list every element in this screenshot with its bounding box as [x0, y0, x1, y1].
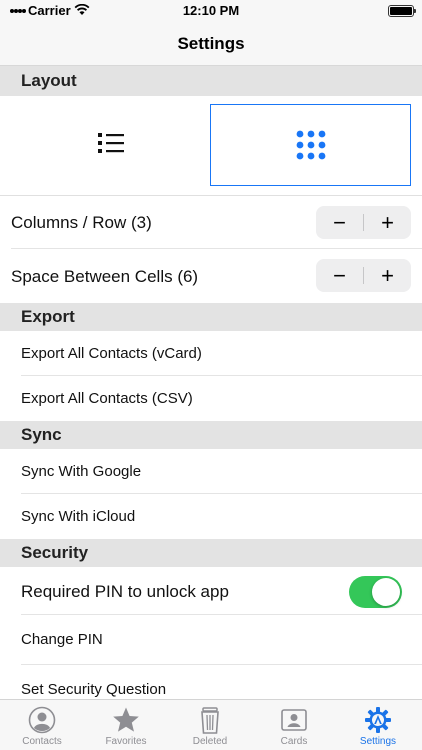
tab-favorites[interactable]: Favorites [84, 700, 168, 750]
columns-increment-button[interactable]: + [364, 206, 411, 239]
tab-cards[interactable]: Cards [252, 700, 336, 750]
columns-decrement-button[interactable]: − [316, 206, 363, 239]
grid-layout-button[interactable] [210, 104, 411, 186]
cell-spacing-stepper: − + [316, 259, 411, 292]
contact-person-icon [28, 706, 56, 734]
sync-icloud-label: Sync With iCloud [21, 508, 136, 525]
section-header-layout: Layout [0, 66, 422, 96]
tab-bar: Contacts Favorites Deleted Cards Setting… [0, 699, 422, 750]
security-question-item[interactable]: Set Security Question [0, 665, 422, 699]
spacing-decrement-button[interactable]: − [316, 259, 363, 292]
tab-label: Contacts [22, 736, 62, 747]
cell-spacing-setting: Space Between Cells (6) − + [0, 249, 422, 303]
sync-google-label: Sync With Google [21, 463, 142, 480]
sync-icloud-item[interactable]: Sync With iCloud [0, 494, 422, 539]
columns-row-stepper: − + [316, 206, 411, 239]
security-question-label: Set Security Question [21, 681, 167, 698]
sync-google-item[interactable]: Sync With Google [0, 449, 422, 494]
tab-deleted[interactable]: Deleted [168, 700, 252, 750]
tab-label: Settings [359, 736, 397, 747]
export-csv-label: Export All Contacts (CSV) [21, 390, 193, 407]
page-title: Settings [177, 34, 245, 53]
columns-row-label: Columns / Row (3) [11, 213, 152, 232]
list-view-icon [98, 133, 124, 153]
grid-view-icon [296, 130, 326, 160]
pin-lock-toggle[interactable] [349, 576, 402, 608]
section-header-export: Export [0, 303, 422, 331]
id-card-icon [281, 709, 307, 731]
tab-contacts[interactable]: Contacts [0, 700, 84, 750]
toggle-knob [372, 578, 400, 606]
battery-icon [388, 5, 416, 17]
change-pin-item[interactable]: Change PIN [0, 615, 422, 665]
tab-label: Cards [280, 736, 308, 747]
pin-lock-label: Required PIN to unlock app [21, 582, 229, 601]
tab-label: Deleted [192, 736, 228, 747]
section-header-sync: Sync [0, 421, 422, 449]
spacing-increment-button[interactable]: + [364, 259, 411, 292]
section-header-security: Security [0, 539, 422, 567]
cell-spacing-label: Space Between Cells (6) [11, 267, 199, 286]
gear-icon [365, 707, 391, 733]
export-vcard-item[interactable]: Export All Contacts (vCard) [0, 331, 422, 376]
change-pin-label: Change PIN [21, 631, 103, 648]
layout-picker [0, 96, 422, 196]
status-time: 12:10 PM [182, 3, 240, 18]
navigation-bar: Settings [0, 22, 422, 66]
status-bar: Carrier 12:10 PM [0, 0, 422, 22]
tab-settings[interactable]: Settings [336, 700, 420, 750]
pin-lock-setting: Required PIN to unlock app [0, 567, 422, 615]
list-layout-button[interactable] [10, 104, 211, 186]
trash-icon [201, 707, 219, 734]
export-csv-item[interactable]: Export All Contacts (CSV) [0, 376, 422, 421]
tab-label: Favorites [105, 736, 147, 747]
export-vcard-label: Export All Contacts (vCard) [21, 345, 202, 362]
columns-row-setting: Columns / Row (3) − + [0, 197, 422, 249]
star-icon [113, 707, 139, 732]
